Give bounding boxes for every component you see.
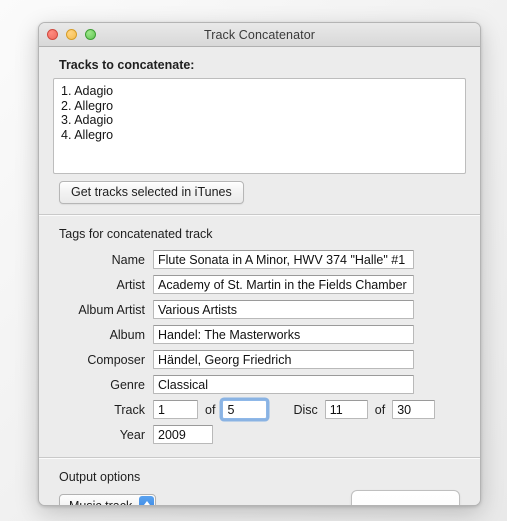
album-label: Album: [109, 327, 145, 342]
field-row-composer: Composer: [53, 349, 466, 370]
album-artist-label: Album Artist: [78, 302, 145, 317]
zoom-button-icon[interactable]: [85, 29, 96, 40]
artist-input[interactable]: [153, 275, 414, 294]
minimize-button-icon[interactable]: [66, 29, 77, 40]
list-item[interactable]: 3. Adagio: [61, 113, 458, 128]
field-row-name: Name: [53, 249, 466, 270]
list-item[interactable]: 2. Allegro: [61, 99, 458, 114]
output-controls: Music track Concatenate!: [53, 490, 466, 506]
genre-label: Genre: [110, 377, 145, 392]
track-total-input[interactable]: [222, 400, 268, 419]
disc-label: Disc: [293, 402, 318, 417]
list-item[interactable]: 4. Allegro: [61, 128, 458, 143]
get-tracks-row: Get tracks selected in iTunes: [53, 174, 466, 214]
chevron-updown-icon[interactable]: [139, 496, 155, 505]
tracks-heading: Tracks to concatenate:: [59, 58, 195, 72]
output-format-value: Music track: [69, 498, 133, 506]
disc-of-label: of: [374, 402, 386, 417]
window-title: Track Concatenator: [203, 27, 316, 42]
field-row-artist: Artist: [53, 274, 466, 295]
track-label: Track: [114, 402, 145, 417]
field-row-genre: Genre: [53, 374, 466, 395]
window-controls: [47, 23, 96, 46]
close-button-icon[interactable]: [47, 29, 58, 40]
name-input[interactable]: [153, 250, 414, 269]
app-window: Track Concatenator Tracks to concatenate…: [38, 22, 481, 506]
list-item[interactable]: 1. Adagio: [61, 84, 458, 99]
output-format-select[interactable]: Music track: [59, 494, 157, 506]
tracks-list[interactable]: 1. Adagio 2. Allegro 3. Adagio 4. Allegr…: [53, 78, 466, 174]
field-row-year: Year: [53, 424, 466, 445]
artist-label: Artist: [116, 277, 145, 292]
genre-input[interactable]: [153, 375, 414, 394]
tracks-section: Tracks to concatenate: 1. Adagio 2. Alle…: [39, 47, 480, 214]
track-number-input[interactable]: [153, 400, 198, 419]
disc-number-input[interactable]: [324, 400, 368, 419]
year-label: Year: [119, 427, 145, 442]
year-input[interactable]: [153, 425, 213, 444]
window-titlebar[interactable]: Track Concatenator: [39, 23, 480, 47]
name-label: Name: [111, 252, 145, 267]
tags-heading: Tags for concatenated track: [59, 227, 213, 241]
album-input[interactable]: [153, 325, 414, 344]
tags-form: Name Artist Album Artist Album Composer: [53, 247, 466, 457]
get-tracks-button[interactable]: Get tracks selected in iTunes: [59, 181, 244, 204]
chevron-up-icon: [143, 500, 150, 505]
composer-input[interactable]: [153, 350, 414, 369]
field-row-album: Album: [53, 324, 466, 345]
tags-section: Tags for concatenated track Name Artist …: [39, 216, 480, 457]
field-row-album-artist: Album Artist: [53, 299, 466, 320]
composer-label: Composer: [87, 352, 145, 367]
disc-total-input[interactable]: [392, 400, 436, 419]
album-artist-input[interactable]: [153, 300, 414, 319]
output-heading: Output options: [59, 470, 141, 484]
field-row-track-disc: Track of Disc of: [53, 399, 466, 420]
track-of-label: of: [205, 402, 216, 417]
concatenate-button[interactable]: Concatenate!: [351, 490, 460, 505]
output-section: Output options Music track Concatenate!: [39, 459, 480, 506]
